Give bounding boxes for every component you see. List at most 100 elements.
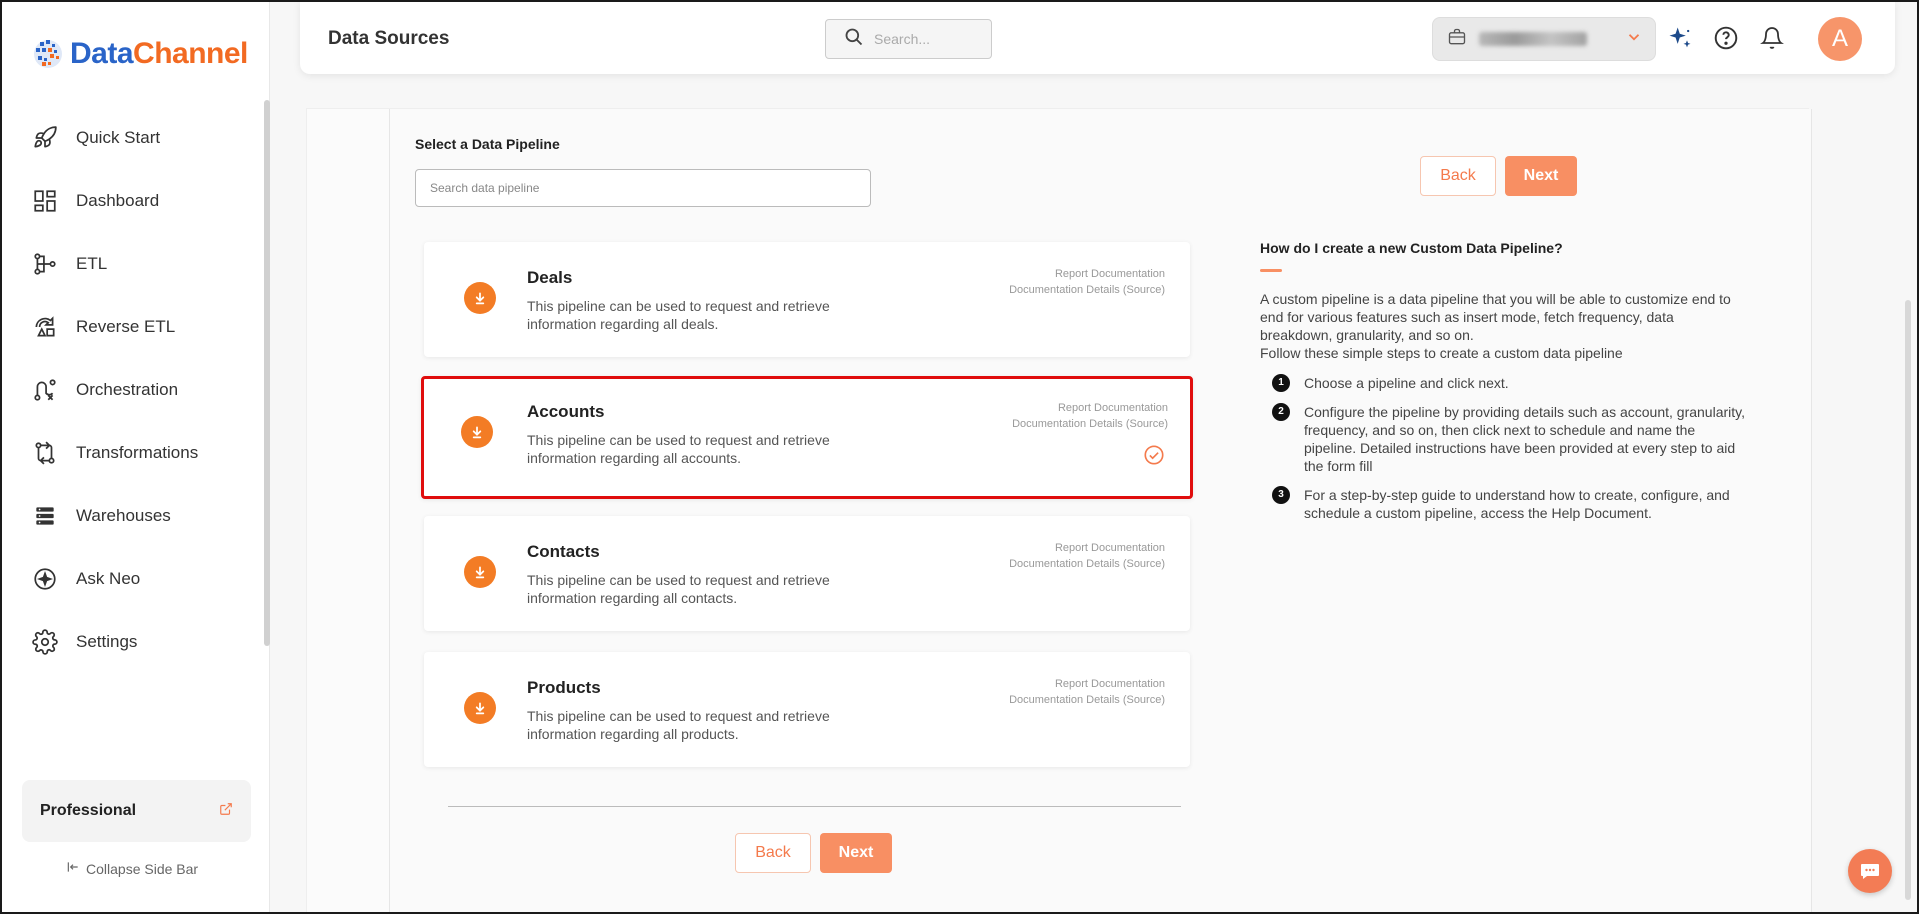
global-search[interactable] bbox=[825, 19, 992, 59]
pipeline-description: This pipeline can be used to request and… bbox=[527, 708, 830, 742]
help-icon[interactable] bbox=[1712, 24, 1740, 52]
sidebar-item-label: Orchestration bbox=[76, 379, 179, 399]
plan-card[interactable]: Professional bbox=[22, 780, 251, 842]
back-button-top[interactable]: Back bbox=[1420, 156, 1496, 196]
sidebar-item-orchestration[interactable]: Orchestration bbox=[0, 358, 262, 421]
search-input[interactable] bbox=[874, 31, 974, 47]
search-icon bbox=[844, 27, 864, 52]
download-arrow-icon bbox=[464, 692, 496, 724]
step-text: Configure the pipeline by providing deta… bbox=[1304, 404, 1745, 474]
ai-sparkle-icon[interactable] bbox=[1666, 24, 1694, 52]
sidebar-item-reverse-etl[interactable]: Reverse ETL bbox=[0, 295, 262, 358]
documentation-details-link[interactable]: Documentation Details (Source) bbox=[1009, 558, 1165, 570]
pipeline-search-input[interactable] bbox=[415, 169, 871, 207]
orchestration-icon bbox=[30, 375, 60, 405]
selected-check-icon bbox=[1144, 445, 1164, 465]
account-selector[interactable] bbox=[1432, 17, 1656, 61]
help-step: 1 Choose a pipeline and click next. bbox=[1272, 374, 1745, 392]
sidebar-item-label: Dashboard bbox=[76, 190, 160, 210]
report-documentation-link[interactable]: Report Documentation bbox=[1058, 402, 1168, 414]
plan-label: Professional bbox=[40, 802, 137, 819]
collapse-label: Collapse Side Bar bbox=[86, 860, 199, 877]
dashboard-grid-icon bbox=[30, 186, 60, 216]
sidebar-item-label: Settings bbox=[76, 631, 138, 651]
download-arrow-icon bbox=[464, 556, 496, 588]
chat-support-button[interactable] bbox=[1848, 849, 1892, 893]
sidebar-nav: Quick Start Dashboard ETL Reverse ETL Or… bbox=[0, 106, 262, 673]
help-steps: 1 Choose a pipeline and click next. 2 Co… bbox=[1260, 374, 1745, 522]
download-arrow-icon bbox=[464, 282, 496, 314]
sidebar-item-dashboard[interactable]: Dashboard bbox=[0, 169, 262, 232]
sidebar-scrollbar[interactable] bbox=[264, 100, 270, 646]
main-scrollbar[interactable] bbox=[1905, 300, 1911, 900]
report-documentation-link[interactable]: Report Documentation bbox=[1055, 542, 1165, 554]
pipeline-card-deals[interactable]: Deals This pipeline can be used to reque… bbox=[424, 242, 1190, 357]
sidebar-item-label: Warehouses bbox=[76, 505, 171, 525]
bell-icon[interactable] bbox=[1758, 24, 1786, 52]
download-arrow-icon bbox=[461, 416, 493, 448]
sidebar-item-ask-neo[interactable]: Ask Neo bbox=[0, 547, 262, 610]
pipeline-description: This pipeline can be used to request and… bbox=[527, 298, 830, 332]
pipeline-card-accounts[interactable]: Accounts This pipeline can be used to re… bbox=[421, 376, 1193, 499]
pipeline-card-contacts[interactable]: Contacts This pipeline can be used to re… bbox=[424, 516, 1190, 631]
chat-icon bbox=[1861, 864, 1879, 879]
pipeline-description: This pipeline can be used to request and… bbox=[527, 572, 830, 606]
divider bbox=[448, 806, 1181, 807]
page-title: Data Sources bbox=[328, 28, 450, 49]
collapse-arrow-icon bbox=[66, 860, 80, 877]
documentation-details-link[interactable]: Documentation Details (Source) bbox=[1009, 694, 1165, 706]
sidebar-item-label: Transformations bbox=[76, 442, 199, 462]
logo-text-data: Data bbox=[70, 37, 134, 70]
help-step: 2 Configure the pipeline by providing de… bbox=[1272, 403, 1745, 475]
back-button-bottom[interactable]: Back bbox=[735, 833, 811, 873]
account-name-redacted bbox=[1479, 32, 1587, 46]
external-link-icon[interactable] bbox=[219, 802, 233, 821]
datachannel-logo[interactable]: DataChannel bbox=[30, 36, 248, 72]
report-documentation-link[interactable]: Report Documentation bbox=[1055, 678, 1165, 690]
select-pipeline-label: Select a Data Pipeline bbox=[415, 136, 560, 152]
sidebar-item-label: Quick Start bbox=[76, 127, 161, 147]
sidebar: DataChannel Quick Start Dashboard ETL Re… bbox=[0, 0, 270, 914]
sidebar-item-label: Reverse ETL bbox=[76, 316, 176, 336]
top-header: Data Sources A bbox=[300, 0, 1895, 74]
collapse-sidebar-button[interactable]: Collapse Side Bar bbox=[66, 860, 198, 877]
rocket-icon bbox=[30, 123, 60, 153]
sidebar-item-etl[interactable]: ETL bbox=[0, 232, 262, 295]
gear-icon bbox=[30, 627, 60, 657]
sidebar-item-warehouses[interactable]: Warehouses bbox=[0, 484, 262, 547]
documentation-details-link[interactable]: Documentation Details (Source) bbox=[1009, 284, 1165, 296]
etl-flow-icon bbox=[30, 249, 60, 279]
step-number: 2 bbox=[1272, 403, 1290, 421]
step-text: Choose a pipeline and click next. bbox=[1304, 375, 1509, 391]
report-documentation-link[interactable]: Report Documentation bbox=[1055, 268, 1165, 280]
sidebar-item-label: ETL bbox=[76, 253, 108, 273]
next-button-top[interactable]: Next bbox=[1505, 156, 1577, 196]
next-button-bottom[interactable]: Next bbox=[820, 833, 892, 873]
pipeline-title: Accounts bbox=[527, 402, 605, 421]
transformations-icon bbox=[30, 438, 60, 468]
warehouse-stack-icon bbox=[30, 501, 60, 531]
reverse-etl-icon bbox=[30, 312, 60, 342]
help-accent-bar bbox=[1260, 269, 1282, 272]
pipeline-title: Contacts bbox=[527, 542, 600, 561]
step-number: 1 bbox=[1272, 374, 1290, 392]
help-follow: Follow these simple steps to create a cu… bbox=[1260, 345, 1623, 361]
sidebar-item-transformations[interactable]: Transformations bbox=[0, 421, 262, 484]
logo-wordmark: DataChannel bbox=[70, 37, 248, 71]
pipeline-title: Products bbox=[527, 678, 601, 697]
avatar[interactable]: A bbox=[1818, 17, 1862, 61]
briefcase-icon bbox=[1447, 27, 1467, 52]
pipeline-title: Deals bbox=[527, 268, 573, 287]
help-title: How do I create a new Custom Data Pipeli… bbox=[1260, 240, 1563, 256]
step-text: For a step-by-step guide to understand h… bbox=[1304, 487, 1730, 521]
pipeline-card-products[interactable]: Products This pipeline can be used to re… bbox=[424, 652, 1190, 767]
chevron-down-icon bbox=[1625, 28, 1643, 51]
sidebar-item-quick-start[interactable]: Quick Start bbox=[0, 106, 262, 169]
help-intro: A custom pipeline is a data pipeline tha… bbox=[1260, 291, 1731, 343]
sidebar-item-settings[interactable]: Settings bbox=[0, 610, 262, 673]
help-panel: How do I create a new Custom Data Pipeli… bbox=[1260, 240, 1745, 533]
documentation-details-link[interactable]: Documentation Details (Source) bbox=[1012, 418, 1168, 430]
logo-text-channel: Channel bbox=[133, 37, 248, 70]
step-number: 3 bbox=[1272, 486, 1290, 504]
pipeline-description: This pipeline can be used to request and… bbox=[527, 432, 830, 466]
